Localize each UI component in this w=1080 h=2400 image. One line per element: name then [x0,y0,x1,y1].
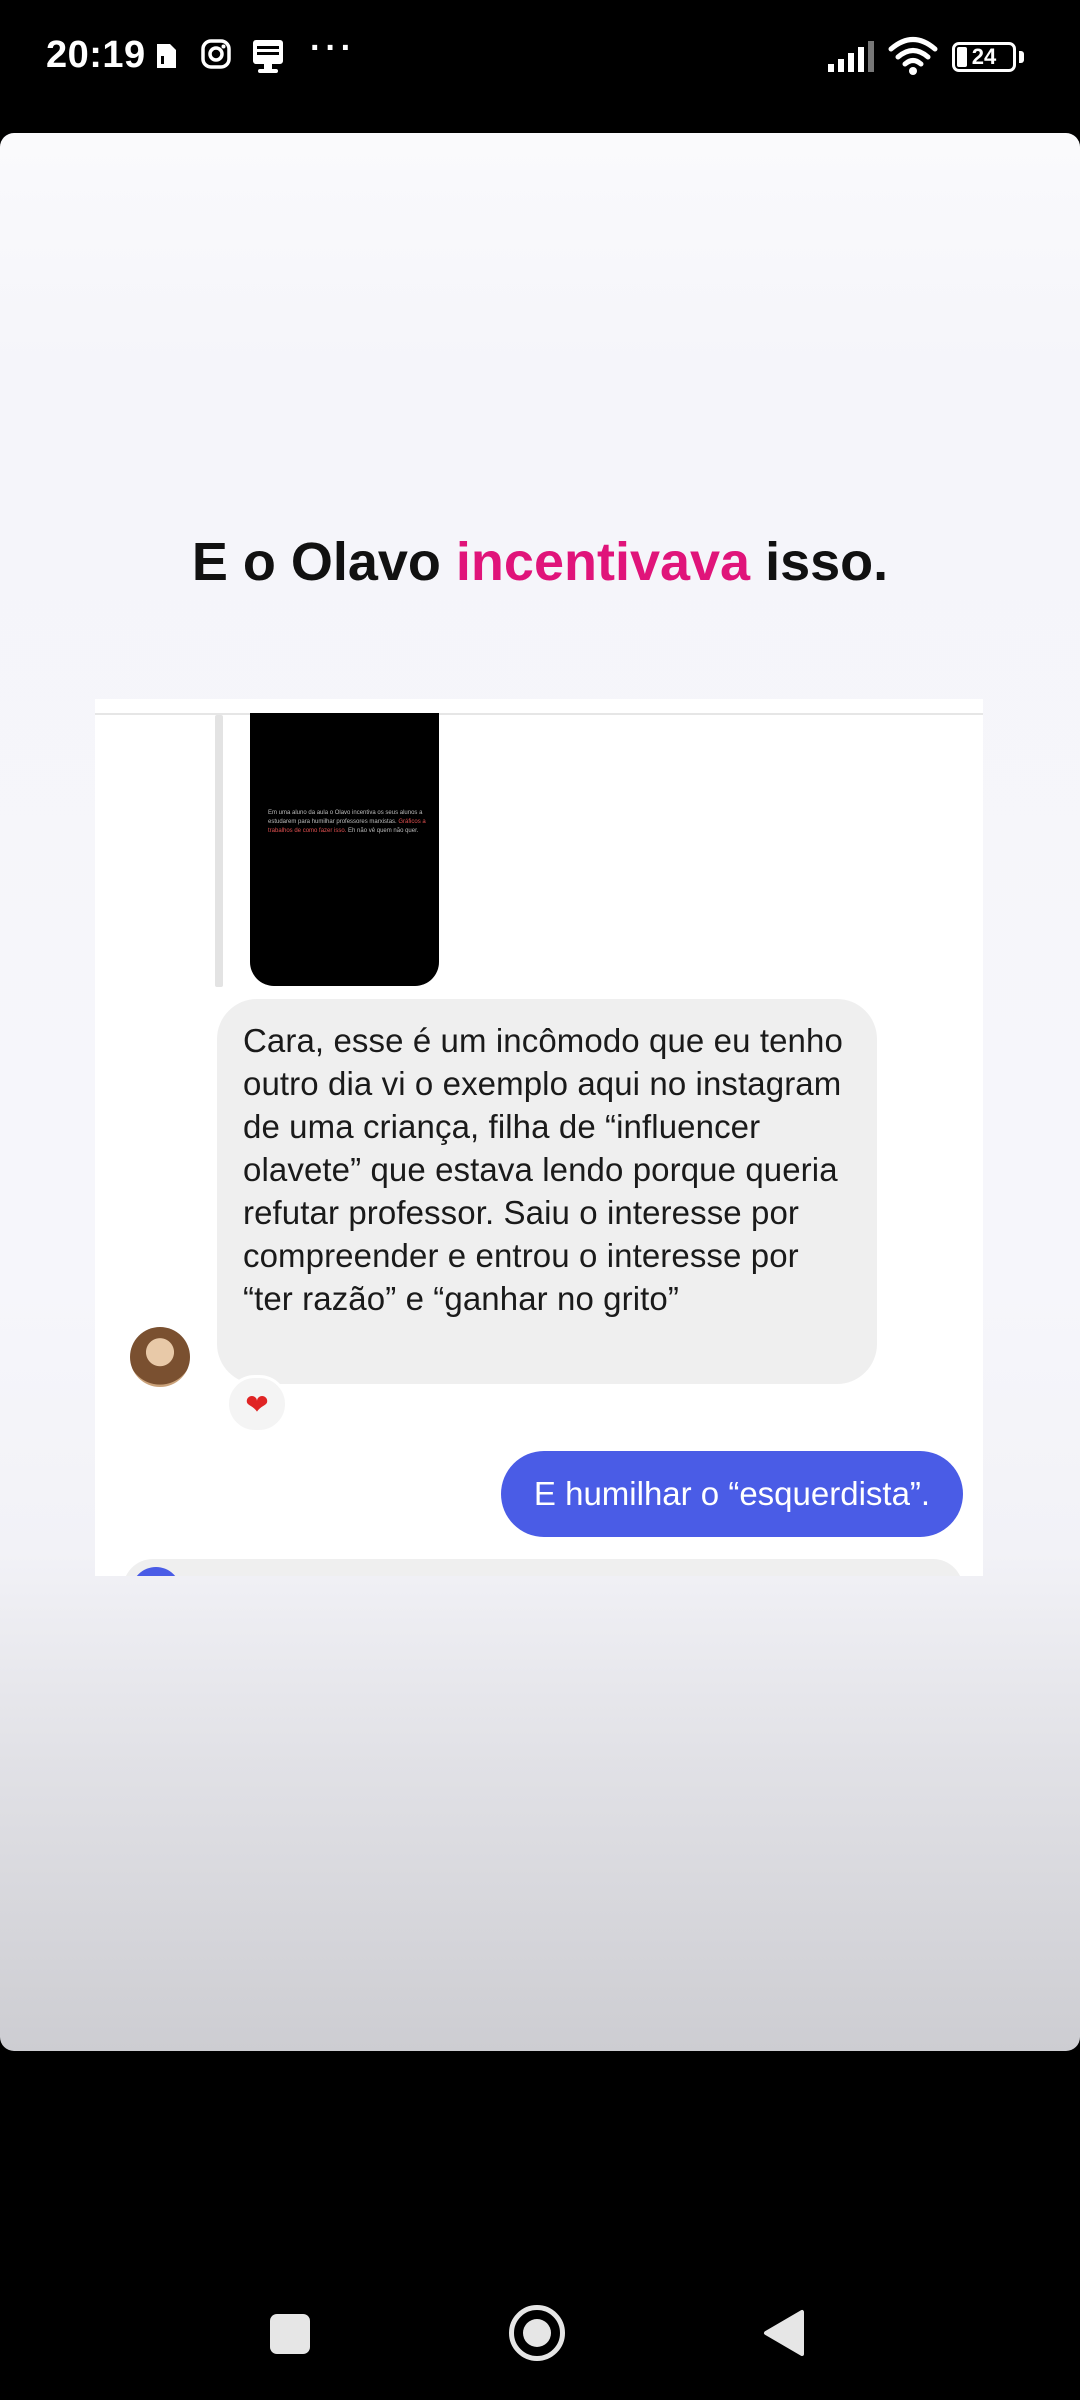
back-button[interactable] [762,2308,804,2363]
story-card[interactable]: E o Olavo incentivava isso. Em uma aluno… [0,133,1080,2051]
chat-screenshot: Em uma aluno da aula o Olavo incentiva o… [95,699,983,1576]
divider [95,713,983,715]
incoming-message-bubble: Cara, esse é um incômodo que eu tenho ou… [217,999,877,1384]
status-time: 20:19 [46,34,146,76]
notification-icon [250,38,286,79]
home-icon [523,2319,551,2347]
home-button[interactable] [509,2305,565,2361]
battery-icon: 24 [952,42,1016,72]
incoming-message-text: Cara, esse é um incômodo que eu tenho ou… [243,1022,843,1317]
status-bar: 20:19 ··· 24 [0,0,1080,120]
sim-card-icon [153,42,179,75]
signal-icon [826,40,876,79]
wifi-icon [888,36,938,81]
instagram-icon [200,38,232,75]
outgoing-message-bubble: E humilhar o “esquerdista”. [501,1451,963,1537]
recents-button[interactable] [270,2314,310,2354]
headline-end: isso. [750,532,889,592]
outgoing-message-text: E humilhar o “esquerdista”. [533,1475,931,1512]
battery-level: 24 [971,44,997,69]
next-message-bubble [123,1559,963,1576]
avatar [130,1327,190,1387]
story-headline: E o Olavo incentivava isso. [0,531,1080,593]
heart-reaction-icon: ❤ [226,1375,288,1433]
reply-indicator-bar [215,715,223,987]
quoted-story-text: Em uma aluno da aula o Olavo incentiva o… [268,810,426,834]
navigation-bar [0,2280,1080,2380]
quoted-story-thumbnail: Em uma aluno da aula o Olavo incentiva o… [250,713,439,986]
headline-start: E o Olavo [191,532,456,592]
headline-accent: incentivava [455,532,751,592]
more-dots-icon: ··· [310,29,356,67]
